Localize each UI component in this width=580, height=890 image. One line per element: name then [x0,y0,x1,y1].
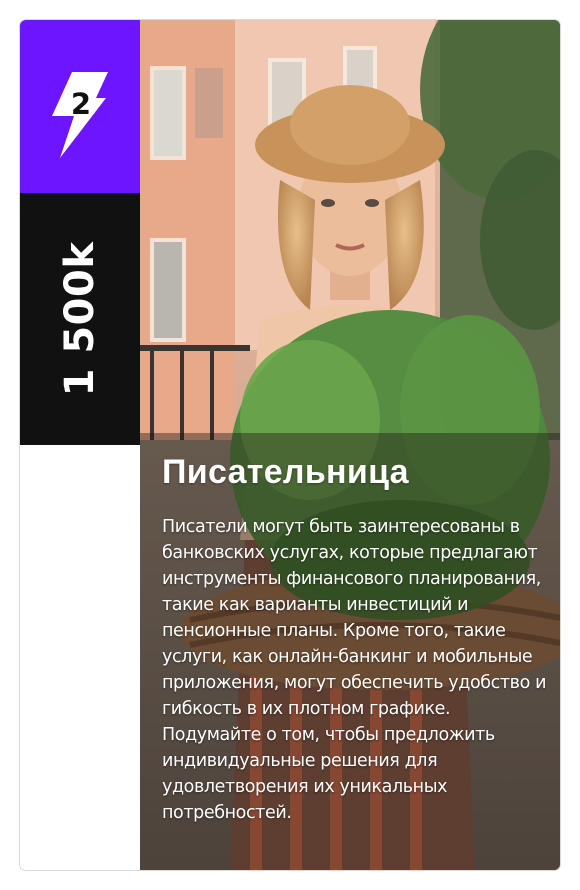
price-block: 1 500k [20,193,140,445]
price-label: 1 500k [57,241,103,397]
card-sidebar: 2 1 500k [20,20,140,870]
level-number: 2 [70,87,92,121]
card-description: Писатели могут быть заинтересованы в бан… [162,517,547,823]
portrait-photo: Писательница Писатели могут быть заинтер… [140,20,560,870]
level-badge: 2 [20,20,140,193]
profile-card[interactable]: 2 1 500k Писательница Писатели могут быт… [20,20,560,870]
sidebar-blank-area [20,445,140,870]
card-title: Писательница [162,453,409,491]
